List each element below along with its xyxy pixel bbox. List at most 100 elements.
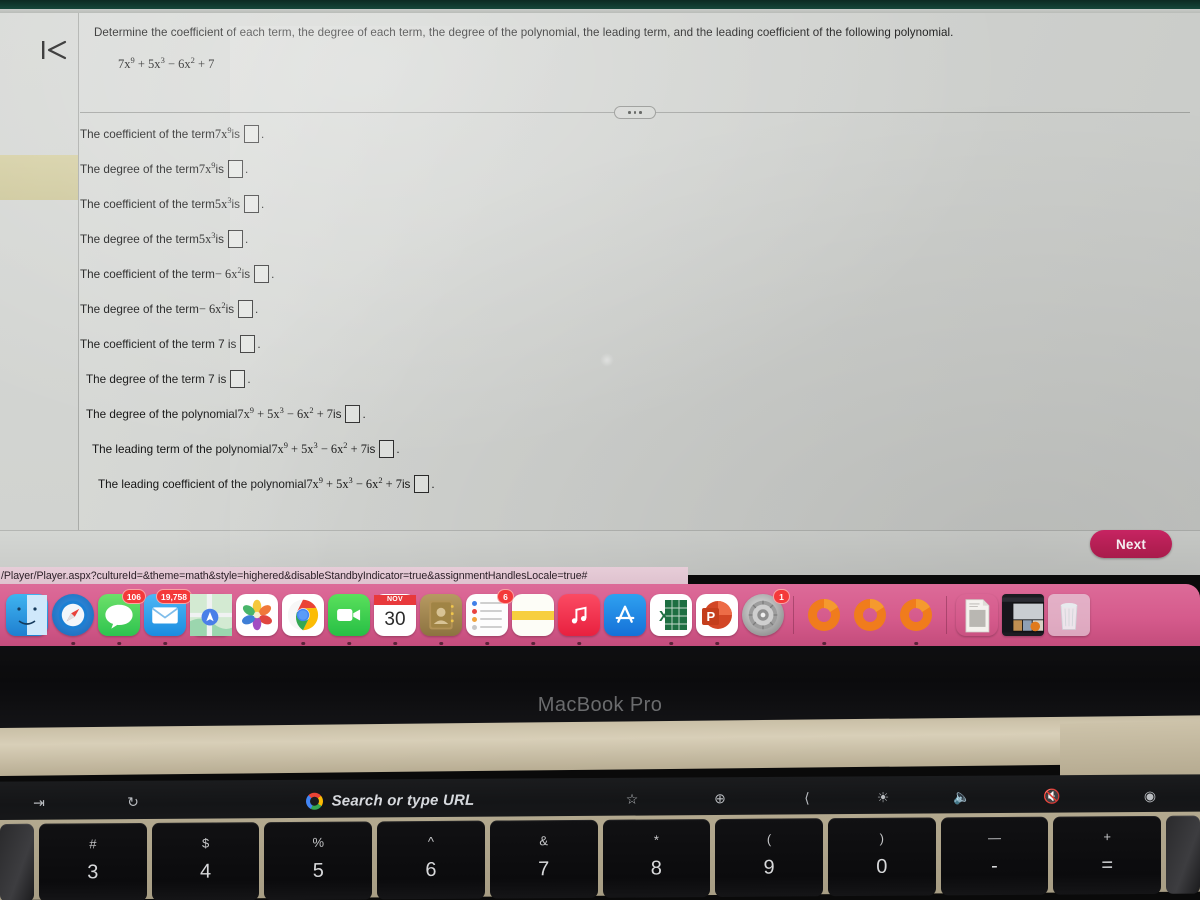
answer-row-7: The degree of the term 7 is. (86, 370, 251, 388)
dock-icon-maps[interactable] (190, 594, 232, 636)
key-symbol: — (987, 830, 1001, 846)
key-6[interactable]: ^ 6 (377, 820, 485, 900)
key-symbol: ( (766, 831, 772, 847)
dock-icon-origin-2[interactable] (849, 594, 891, 636)
answer-input-9[interactable] (379, 440, 395, 458)
answer-row-period: . (396, 442, 400, 456)
answer-input-1[interactable] (227, 160, 243, 178)
answer-row-tail: is (215, 162, 224, 176)
answer-row-period: . (257, 337, 261, 351)
next-button[interactable]: Next (1090, 530, 1172, 558)
dock-icon-appstore[interactable] (604, 594, 646, 636)
key-4[interactable]: $4 (151, 822, 260, 900)
dock-icon-chrome[interactable] (282, 594, 324, 645)
touchbar-back-icon[interactable]: ⇥ (0, 781, 78, 823)
key-9[interactable]: (9 (715, 818, 823, 898)
more-options-pill[interactable] (614, 106, 656, 119)
key-number: 9 (763, 856, 775, 879)
question-prompt: Determine the coefficient of each term, … (94, 26, 954, 39)
touchbar-mute-icon[interactable]: 🔇 (1004, 775, 1100, 818)
rail-highlight-swatch (0, 155, 78, 200)
dock-separator (793, 596, 794, 634)
answer-row-label: The coefficient of the term 7 is (80, 337, 237, 351)
answer-input-7[interactable] (230, 370, 246, 388)
dock-icon-finder[interactable] (6, 594, 48, 636)
dock-icon-excel[interactable]: X (650, 594, 692, 645)
dock-icon-trash[interactable] (1048, 594, 1090, 636)
dock-icon-document[interactable] (956, 594, 998, 636)
laptop-chassis-right (1060, 720, 1200, 782)
answer-input-6[interactable] (240, 335, 256, 353)
answer-row-label: The leading coefficient of the polynomia… (98, 477, 307, 491)
touchbar-reload-icon[interactable]: ↻ (78, 781, 188, 824)
touchbar-chevron-left-icon[interactable]: ⟨ (768, 776, 846, 818)
dock-icon-facetime[interactable] (328, 594, 370, 645)
answer-input-3[interactable] (227, 230, 243, 248)
dock-icon-notes[interactable] (512, 594, 554, 645)
answer-row-9: The leading term of the polynomial 7x9 +… (92, 440, 400, 458)
touchbar-volume-icon[interactable]: 🔈 (920, 776, 1004, 819)
dock-icon-system-preferences[interactable]: 1 (742, 589, 790, 636)
answer-row-label: The coefficient of the term (80, 127, 215, 141)
dock-running-indicator (117, 641, 121, 645)
key-7[interactable]: & 7 (489, 819, 598, 899)
dock-icon-calendar[interactable]: NOV 30 (374, 594, 416, 645)
dock-icon-music[interactable] (558, 594, 600, 645)
answer-row-period: . (260, 197, 265, 211)
dock-icon-mail[interactable]: 19,758 (144, 589, 192, 645)
answer-row-expression: − 6x2 (198, 299, 226, 316)
touch-id-icon[interactable]: ◉ (1100, 774, 1200, 817)
touchbar-bookmark-star-icon[interactable]: ☆ (592, 778, 672, 820)
answer-row-3: The degree of the term 5x3 is. (80, 230, 248, 248)
dock-icon-safari[interactable] (52, 594, 94, 645)
dock-icon-messages[interactable]: 106 (98, 589, 146, 645)
key-0[interactable]: ) 0 (827, 817, 936, 897)
dock-icon-powerpoint[interactable]: P (696, 594, 738, 645)
google-g-icon (305, 792, 323, 810)
answer-row-period: . (431, 477, 435, 491)
answer-input-8[interactable] (345, 405, 361, 423)
key-partial-left[interactable] (0, 823, 34, 900)
answer-input-2[interactable] (243, 195, 259, 213)
key-5[interactable]: % 5 (264, 821, 373, 900)
dock-icon-reminders[interactable]: 6 (466, 589, 514, 645)
answer-input-0[interactable] (243, 125, 259, 143)
key-partial-right[interactable] (1166, 815, 1200, 894)
dock-running-indicator (531, 641, 535, 645)
key-=[interactable]: + = (1053, 815, 1162, 895)
dock-badge-messages: 106 (121, 589, 146, 604)
question-polynomial: 7x9 + 5x3 − 6x2 + 7 (118, 54, 215, 71)
touchbar-url-field[interactable]: Search or type URL (188, 791, 592, 810)
dock-icon-origin-3[interactable] (895, 594, 937, 645)
answer-row-8: The degree of the polynomial 7x9 + 5x3 −… (86, 405, 366, 423)
touchbar-new-tab-icon[interactable]: ⊕ (672, 777, 768, 820)
answer-row-label: The degree of the term (80, 162, 199, 176)
screenshot-root: Determine the coefficient of each term, … (0, 0, 1200, 900)
skip-to-start-icon[interactable] (40, 37, 68, 63)
key--[interactable]: — - (940, 816, 1049, 896)
key-symbol: % (312, 834, 325, 850)
svg-text:X: X (659, 608, 669, 625)
answer-input-5[interactable] (238, 300, 254, 318)
dock-running-indicator (914, 641, 918, 645)
browser-url-bar[interactable]: /Player/Player.aspx?cultureId=&theme=mat… (0, 567, 688, 584)
key-8[interactable]: * 8 (602, 819, 711, 898)
answer-row-5: The degree of the term − 6x2 is. (80, 300, 258, 318)
dock-icon-window-preview[interactable] (1002, 594, 1044, 636)
answer-input-10[interactable] (414, 475, 430, 493)
key-number: 6 (425, 858, 437, 882)
answer-row-4: The coefficient of the term − 6x2 is. (80, 265, 274, 283)
dock-running-indicator (485, 641, 489, 645)
touchbar-brightness-icon[interactable]: ☀ (846, 776, 920, 818)
dock-running-indicator (163, 641, 167, 645)
key-number: - (991, 855, 998, 878)
dock-icon-contacts[interactable] (420, 594, 462, 645)
answer-row-expression: 7x9 (214, 124, 232, 141)
answer-input-4[interactable] (254, 265, 270, 283)
dock-icon-photos[interactable] (236, 594, 278, 636)
answer-row-tail: is (231, 127, 240, 141)
dock-icon-origin-1[interactable] (803, 594, 845, 645)
key-number: = (1101, 854, 1114, 877)
key-3[interactable]: #3 (39, 822, 147, 900)
answer-row-0: The coefficient of the term 7x9 is. (80, 125, 264, 143)
